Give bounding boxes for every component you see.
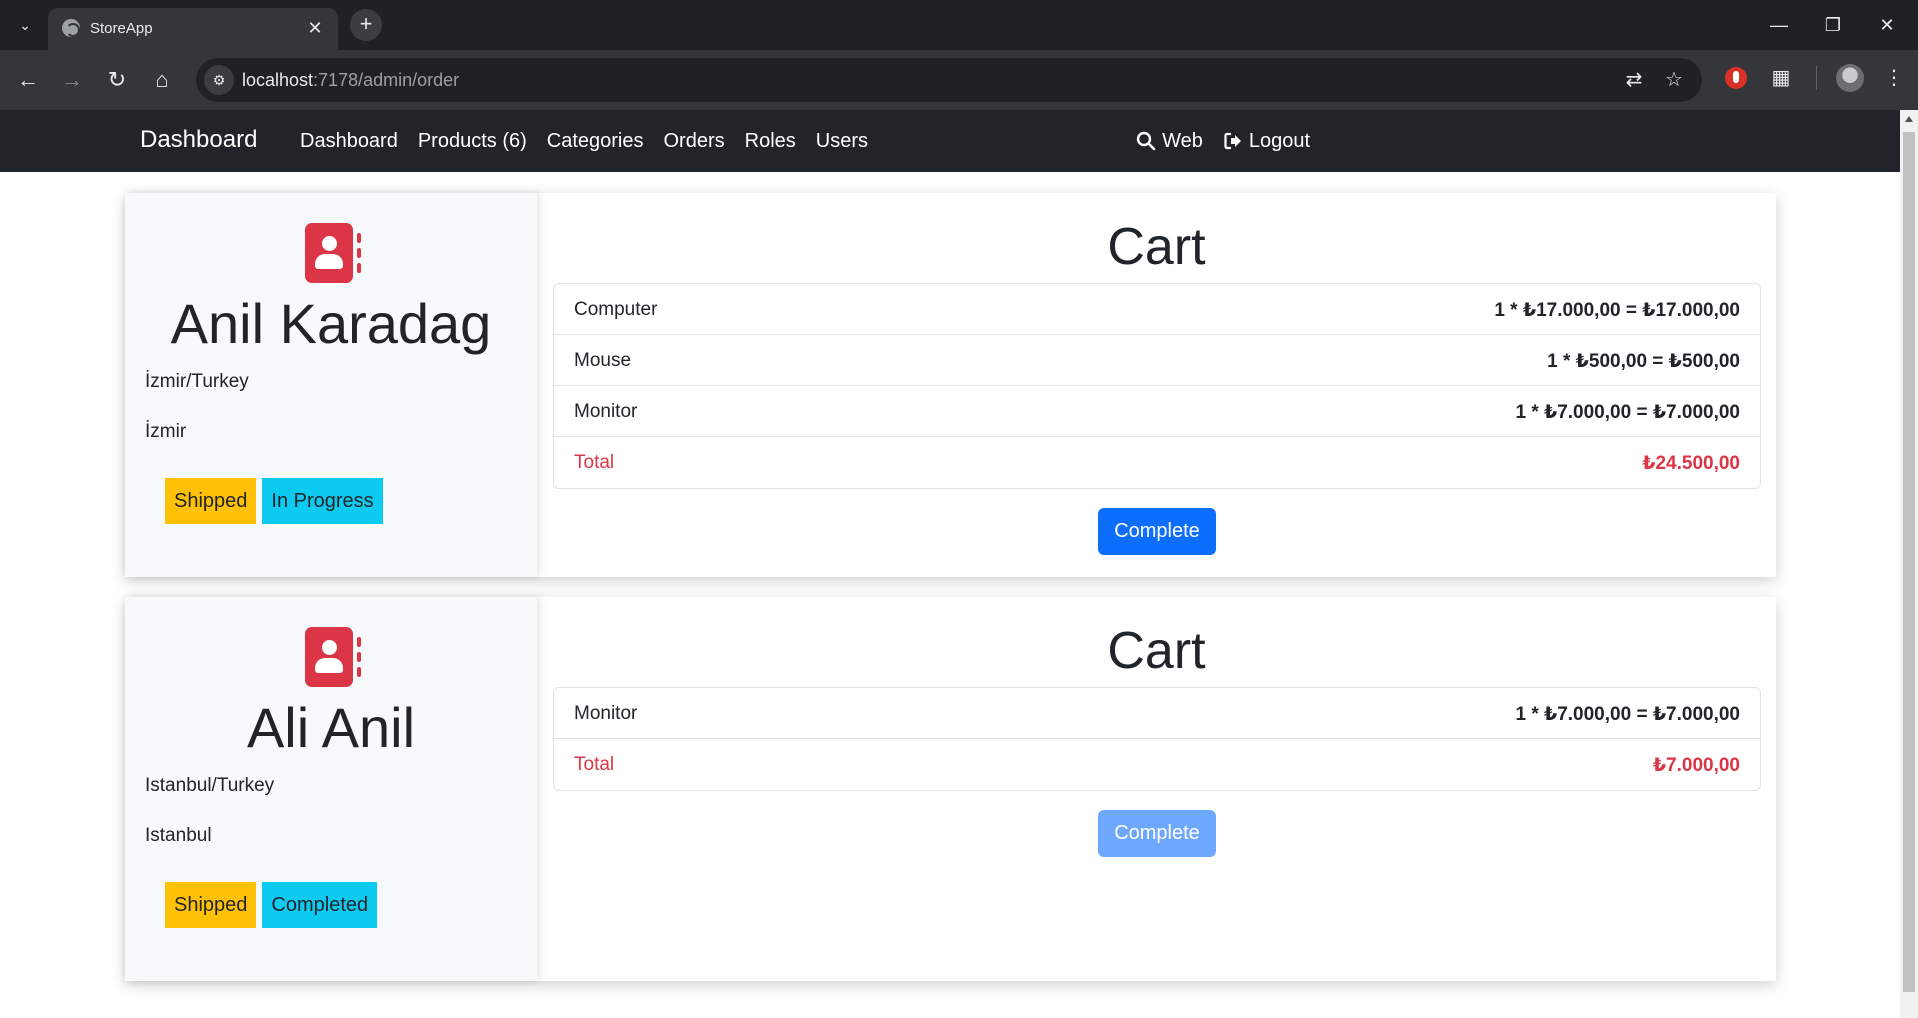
- status-badges: Shipped Completed: [165, 882, 378, 928]
- forward-arrow-icon[interactable]: →: [56, 64, 88, 96]
- cart-item: Monitor 1 * ₺7.000,00 = ₺7.000,00: [554, 688, 1760, 739]
- customer-name: Ali Anil: [246, 696, 416, 759]
- nav-links: Dashboard Products (6) Categories Orders…: [290, 126, 878, 156]
- cart-list: Monitor 1 * ₺7.000,00 = ₺7.000,00 Total …: [553, 687, 1761, 791]
- customer-panel: Ali Anil Istanbul/Turkey Istanbul Shippe…: [125, 597, 537, 981]
- home-icon[interactable]: ⌂: [146, 64, 178, 96]
- cart-panel: Cart Monitor 1 * ₺7.000,00 = ₺7.000,00 T…: [537, 597, 1776, 981]
- nav-categories[interactable]: Categories: [537, 126, 654, 156]
- item-subtotal: 1 * ₺500,00 = ₺500,00: [1547, 351, 1740, 372]
- cart-item: Computer 1 * ₺17.000,00 = ₺17.000,00: [554, 284, 1760, 335]
- item-subtotal: 1 * ₺17.000,00 = ₺17.000,00: [1494, 300, 1740, 321]
- status-badge: Completed: [262, 882, 378, 928]
- navbar-brand[interactable]: Dashboard: [140, 122, 257, 158]
- customer-address: Istanbul/Turkey: [145, 775, 275, 796]
- cart-title: Cart: [1107, 218, 1206, 276]
- item-name: Mouse: [574, 350, 632, 371]
- browser-tab[interactable]: StoreApp ✕: [48, 8, 338, 50]
- customer-name: Anil Karadag: [170, 292, 492, 355]
- status-badge: In Progress: [262, 478, 383, 524]
- cart-list: Computer 1 * ₺17.000,00 = ₺17.000,00 Mou…: [553, 283, 1761, 489]
- order-card: Ali Anil Istanbul/Turkey Istanbul Shippe…: [125, 597, 1776, 981]
- customer-city: İzmir: [145, 421, 187, 442]
- tab-title: StoreApp: [90, 20, 153, 37]
- url-host: localhost: [242, 70, 314, 90]
- profile-avatar[interactable]: [1836, 64, 1864, 92]
- browser-tab-bar: ⌄ StoreApp ✕ + — ❐ ✕: [0, 0, 1918, 50]
- nav-orders[interactable]: Orders: [654, 126, 735, 156]
- search-icon: [1136, 131, 1156, 151]
- address-book-icon: [305, 223, 361, 283]
- cart-panel: Cart Computer 1 * ₺17.000,00 = ₺17.000,0…: [537, 193, 1776, 577]
- address-book-icon: [305, 627, 361, 687]
- cart-total-row: Total ₺7.000,00: [554, 739, 1760, 790]
- item-subtotal: 1 * ₺7.000,00 = ₺7.000,00: [1515, 402, 1740, 423]
- status-badges: Shipped In Progress: [165, 478, 383, 524]
- minimize-icon[interactable]: —: [1756, 8, 1802, 42]
- cart-item: Mouse 1 * ₺500,00 = ₺500,00: [554, 335, 1760, 386]
- cart-total-row: Total ₺24.500,00: [554, 437, 1760, 488]
- browser-menu-icon[interactable]: ⋮: [1880, 64, 1908, 92]
- url-text[interactable]: localhost:7178/admin/order: [242, 70, 459, 91]
- toolbar-divider: [1816, 66, 1817, 90]
- customer-panel: Anil Karadag İzmir/Turkey İzmir Shipped …: [125, 193, 537, 577]
- nav-right: Web Logout: [1126, 126, 1320, 156]
- nav-products[interactable]: Products (6): [408, 126, 537, 156]
- shipped-badge: Shipped: [165, 882, 257, 928]
- tab-search-chevron-icon[interactable]: ⌄: [12, 12, 38, 38]
- customer-address: İzmir/Turkey: [145, 371, 249, 392]
- restore-icon[interactable]: ❐: [1810, 8, 1856, 42]
- window-close-icon[interactable]: ✕: [1864, 8, 1910, 42]
- item-name: Monitor: [574, 401, 638, 422]
- scrollbar-thumb[interactable]: [1903, 132, 1915, 992]
- order-card: Anil Karadag İzmir/Turkey İzmir Shipped …: [125, 193, 1776, 577]
- tab-close-icon[interactable]: ✕: [304, 17, 326, 39]
- logout-icon: [1224, 132, 1241, 150]
- translate-icon[interactable]: ⇄: [1622, 68, 1646, 92]
- cart-item: Monitor 1 * ₺7.000,00 = ₺7.000,00: [554, 386, 1760, 437]
- nav-logout-label: Logout: [1248, 130, 1310, 152]
- item-subtotal: 1 * ₺7.000,00 = ₺7.000,00: [1515, 704, 1740, 725]
- complete-button[interactable]: Complete: [1098, 810, 1216, 857]
- scroll-up-arrow-icon[interactable]: [1905, 116, 1913, 122]
- nav-web-label: Web: [1162, 130, 1203, 152]
- extension-adblock-icon[interactable]: [1725, 67, 1747, 89]
- address-bar[interactable]: ⚙ localhost:7178/admin/order ⇄ ☆: [196, 58, 1702, 102]
- total-value: ₺24.500,00: [1642, 453, 1740, 474]
- back-arrow-icon[interactable]: ←: [12, 64, 44, 96]
- nav-users[interactable]: Users: [806, 126, 878, 156]
- item-name: Monitor: [574, 703, 638, 724]
- item-name: Computer: [574, 299, 658, 320]
- page-scrollbar[interactable]: [1900, 110, 1918, 1018]
- browser-toolbar: ← → ↻ ⌂ ⚙ localhost:7178/admin/order ⇄ ☆: [0, 50, 1918, 110]
- customer-city: Istanbul: [145, 825, 212, 846]
- shipped-badge: Shipped: [165, 478, 257, 524]
- total-value: ₺7.000,00: [1652, 755, 1740, 776]
- nav-dashboard[interactable]: Dashboard: [290, 126, 408, 156]
- globe-icon: [62, 19, 80, 37]
- nav-web-link[interactable]: Web: [1126, 126, 1213, 156]
- bookmark-star-icon[interactable]: ☆: [1662, 68, 1686, 92]
- reload-icon[interactable]: ↻: [101, 64, 133, 96]
- nav-roles[interactable]: Roles: [735, 126, 806, 156]
- nav-logout-link[interactable]: Logout: [1213, 126, 1320, 156]
- extensions-puzzle-icon[interactable]: ▦: [1767, 64, 1795, 92]
- total-label: Total: [574, 754, 615, 775]
- new-tab-plus-icon[interactable]: +: [350, 9, 382, 41]
- total-label: Total: [574, 452, 615, 473]
- url-path: :7178/admin/order: [313, 70, 460, 90]
- cart-title: Cart: [1107, 622, 1206, 680]
- site-info-icon[interactable]: ⚙: [204, 65, 234, 95]
- complete-button[interactable]: Complete: [1098, 508, 1216, 555]
- app-navbar: Dashboard Dashboard Products (6) Categor…: [0, 110, 1900, 172]
